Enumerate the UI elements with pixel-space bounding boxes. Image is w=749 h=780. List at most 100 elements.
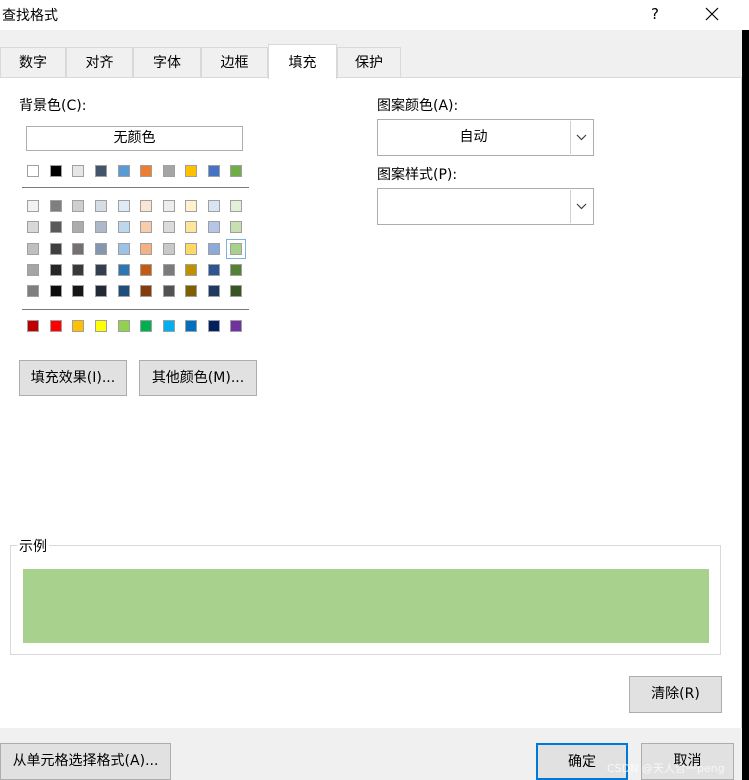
color-swatch-shade2-6[interactable] bbox=[140, 221, 152, 233]
color-swatch-accent-3[interactable] bbox=[72, 320, 84, 332]
color-swatch-shade5-6[interactable] bbox=[140, 285, 152, 297]
color-swatch-shade4-3[interactable] bbox=[72, 264, 84, 276]
sample-preview bbox=[23, 569, 709, 643]
color-swatch-shade5-8[interactable] bbox=[185, 285, 197, 297]
color-swatch-shade5-2[interactable] bbox=[50, 285, 62, 297]
color-swatch-shade1-9[interactable] bbox=[208, 200, 220, 212]
color-swatch-standard-4[interactable] bbox=[95, 165, 107, 177]
tab-protection[interactable]: 保护 bbox=[337, 47, 401, 77]
color-swatch-shade2-1[interactable] bbox=[27, 221, 39, 233]
color-swatch-standard-10[interactable] bbox=[230, 165, 242, 177]
color-swatch-accent-4[interactable] bbox=[95, 320, 107, 332]
color-swatch-shade3-10[interactable] bbox=[226, 239, 246, 259]
color-swatch-accent-2[interactable] bbox=[50, 320, 62, 332]
color-swatch-shade5-7[interactable] bbox=[163, 285, 175, 297]
color-swatch-shade4-5[interactable] bbox=[118, 264, 130, 276]
color-swatch-accent-10[interactable] bbox=[230, 320, 242, 332]
color-swatch-shade4-9[interactable] bbox=[208, 264, 220, 276]
color-swatch-shade3-6[interactable] bbox=[140, 243, 152, 255]
color-swatch-shade5-10[interactable] bbox=[230, 285, 242, 297]
color-swatch-shade1-2[interactable] bbox=[50, 200, 62, 212]
color-swatch-standard-9[interactable] bbox=[208, 165, 220, 177]
palette-divider-bottom bbox=[22, 309, 249, 310]
color-swatch-shade2-9[interactable] bbox=[208, 221, 220, 233]
pattern-style-select[interactable] bbox=[377, 188, 594, 225]
color-swatch-standard-7[interactable] bbox=[163, 165, 175, 177]
color-swatch-shade4-6[interactable] bbox=[140, 264, 152, 276]
color-swatch-accent-1[interactable] bbox=[27, 320, 39, 332]
pattern-style-value bbox=[378, 189, 569, 224]
color-swatch-shade3-8[interactable] bbox=[185, 243, 197, 255]
color-swatch-standard-1[interactable] bbox=[27, 165, 39, 177]
dialog-title: 查找格式 bbox=[2, 8, 58, 24]
color-swatch-shade2-2[interactable] bbox=[50, 221, 62, 233]
pattern-style-label: 图案样式(P): bbox=[377, 167, 458, 183]
sample-label: 示例 bbox=[17, 536, 49, 556]
fill-effects-button[interactable]: 填充效果(I)... bbox=[19, 360, 127, 396]
color-swatch-shade3-4[interactable] bbox=[95, 243, 107, 255]
tab-fill[interactable]: 填充 bbox=[268, 44, 337, 79]
color-swatch-shade4-2[interactable] bbox=[50, 264, 62, 276]
color-swatch-shade1-5[interactable] bbox=[118, 200, 130, 212]
pattern-color-select[interactable]: 自动 bbox=[377, 119, 594, 156]
more-colors-button[interactable]: 其他颜色(M)... bbox=[139, 360, 257, 396]
color-swatch-shade5-4[interactable] bbox=[95, 285, 107, 297]
color-swatch-shade4-4[interactable] bbox=[95, 264, 107, 276]
pattern-style-dropdown-button[interactable] bbox=[570, 190, 592, 223]
color-swatch-shade1-3[interactable] bbox=[72, 200, 84, 212]
color-swatch-accent-9[interactable] bbox=[208, 320, 220, 332]
close-button[interactable] bbox=[700, 2, 724, 26]
color-swatch-shade5-9[interactable] bbox=[208, 285, 220, 297]
color-swatch-shade3-1[interactable] bbox=[27, 243, 39, 255]
color-swatch-shade1-10[interactable] bbox=[230, 200, 242, 212]
color-swatch-shade1-4[interactable] bbox=[95, 200, 107, 212]
tab-border[interactable]: 边框 bbox=[201, 47, 268, 77]
color-swatch-accent-8[interactable] bbox=[185, 320, 197, 332]
color-swatch-accent-5[interactable] bbox=[118, 320, 130, 332]
close-icon bbox=[705, 7, 719, 21]
color-swatch-shade2-3[interactable] bbox=[72, 221, 84, 233]
color-swatch-shade2-4[interactable] bbox=[95, 221, 107, 233]
color-swatch-standard-6[interactable] bbox=[140, 165, 152, 177]
color-swatch-accent-6[interactable] bbox=[140, 320, 152, 332]
color-swatch-shade1-7[interactable] bbox=[163, 200, 175, 212]
color-swatch-shade1-6[interactable] bbox=[140, 200, 152, 212]
color-swatch-shade5-1[interactable] bbox=[27, 285, 39, 297]
color-swatch-shade1-8[interactable] bbox=[185, 200, 197, 212]
pattern-color-value: 自动 bbox=[459, 129, 488, 145]
color-swatch-shade3-2[interactable] bbox=[50, 243, 62, 255]
color-swatch-shade3-5[interactable] bbox=[118, 243, 130, 255]
no-color-button[interactable]: 无颜色 bbox=[26, 126, 243, 151]
tab-font[interactable]: 字体 bbox=[133, 47, 201, 77]
color-swatch-shade3-7[interactable] bbox=[163, 243, 175, 255]
color-swatch-shade2-8[interactable] bbox=[185, 221, 197, 233]
color-swatch-shade4-1[interactable] bbox=[27, 264, 39, 276]
tab-number[interactable]: 数字 bbox=[0, 47, 66, 77]
color-swatch-shade4-10[interactable] bbox=[230, 264, 242, 276]
color-swatch-standard-2[interactable] bbox=[50, 165, 62, 177]
color-swatch-standard-3[interactable] bbox=[72, 165, 84, 177]
choose-format-from-cell-button[interactable]: 从单元格选择格式(A)... bbox=[0, 743, 171, 780]
color-swatch-shade5-3[interactable] bbox=[72, 285, 84, 297]
color-swatch-standard-5[interactable] bbox=[118, 165, 130, 177]
watermark-text: CSDN @天人合一peng bbox=[607, 762, 725, 775]
chevron-down-icon bbox=[576, 134, 587, 141]
color-swatch-shade4-7[interactable] bbox=[163, 264, 175, 276]
tab-alignment[interactable]: 对齐 bbox=[66, 47, 133, 77]
color-swatch-shade4-8[interactable] bbox=[185, 264, 197, 276]
color-swatch-shade2-10[interactable] bbox=[230, 221, 242, 233]
color-swatch-shade1-1[interactable] bbox=[27, 200, 39, 212]
color-swatch-accent-7[interactable] bbox=[163, 320, 175, 332]
clear-button[interactable]: 清除(R) bbox=[629, 676, 722, 713]
color-swatch-shade5-5[interactable] bbox=[118, 285, 130, 297]
pattern-color-dropdown-button[interactable] bbox=[570, 121, 592, 154]
color-swatch-standard-8[interactable] bbox=[185, 165, 197, 177]
help-button[interactable]: ? bbox=[643, 2, 667, 26]
background-color-label: 背景色(C): bbox=[19, 98, 87, 114]
window-edge bbox=[742, 30, 749, 780]
color-swatch-shade3-3[interactable] bbox=[72, 243, 84, 255]
color-swatch-shade3-9[interactable] bbox=[208, 243, 220, 255]
chevron-down-icon bbox=[576, 203, 587, 210]
color-swatch-shade2-5[interactable] bbox=[118, 221, 130, 233]
color-swatch-shade2-7[interactable] bbox=[163, 221, 175, 233]
